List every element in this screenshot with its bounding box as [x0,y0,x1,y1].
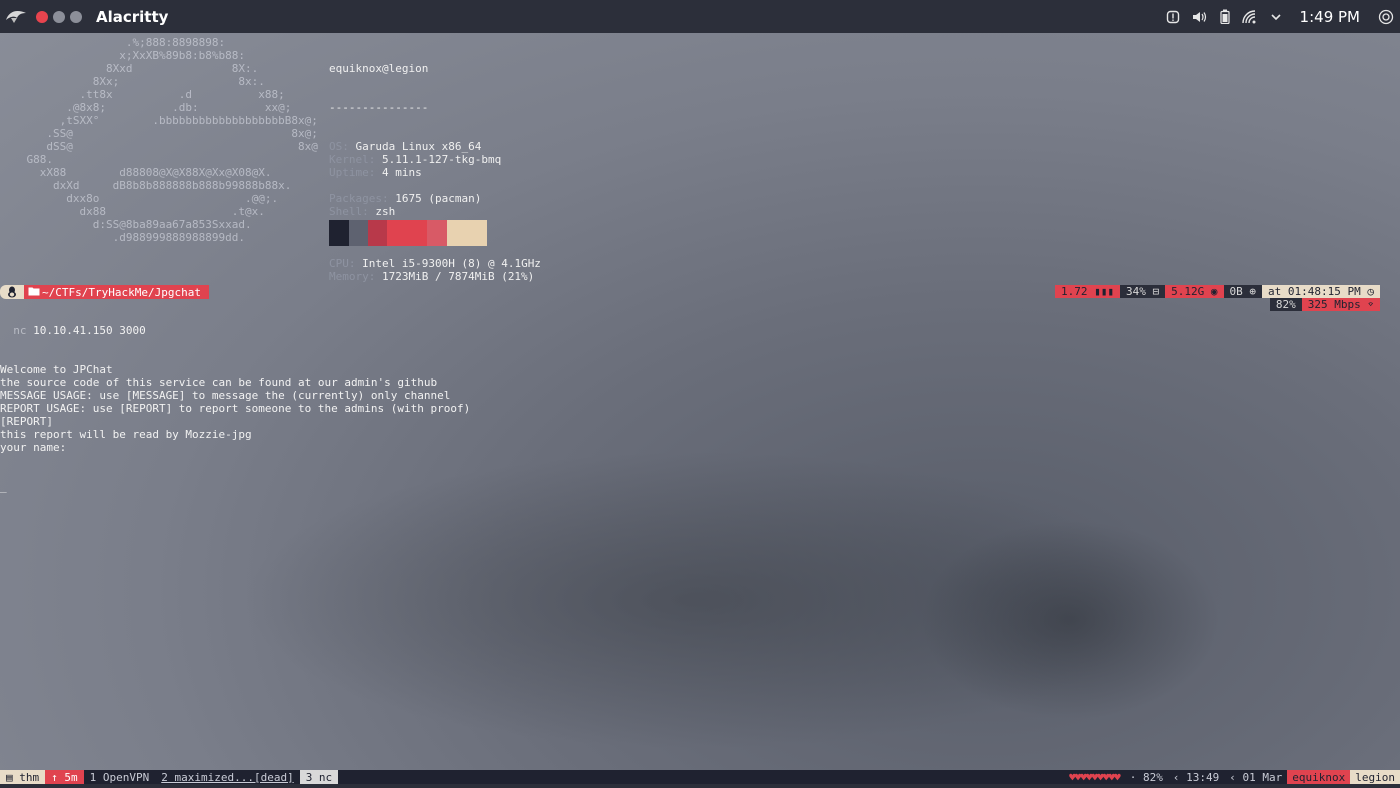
logo-line: dxXd dB8b8b888888b888b99888b88x. [0,179,292,192]
logo-line: .d988999888988899dd. [0,231,246,244]
swap-icon: ⊕ [1249,285,1257,298]
arrow-up-icon: ↑ [51,770,58,784]
battery-hearts: ♥♥♥♥♥♥♥♥♥ [1069,770,1121,784]
garuda-logo-icon[interactable] [4,6,28,28]
volume-icon[interactable] [1192,10,1208,24]
tmux-window-3[interactable]: 3 nc [299,770,339,784]
tmux-host: legion [1350,770,1400,784]
notification-icon[interactable] [1166,10,1180,24]
bottom-strip [0,784,1400,788]
prompt-time: at 01:48:15 PM ◷ [1262,285,1380,298]
tmux-user: equiknox [1287,770,1351,784]
command-line: nc 10.10.41.150 3000 [0,324,146,337]
palette-swatch [349,220,368,246]
logo-line: .tt8x .d x88; [0,88,285,101]
output-line: REPORT USAGE: use [REPORT] to report som… [0,402,471,415]
output-line: the source code of this service can be f… [0,376,438,389]
color-palette [329,220,487,246]
tmux-status-bar: ▤ thm ↑ 5m 1 OpenVPN 2 maximized...[dead… [0,770,1400,784]
window-controls [36,10,82,23]
system-tray: 1:49 PM [1166,0,1400,33]
palette-swatch [368,220,387,246]
palette-swatch [427,220,447,246]
logo-line: dx88 .t@x. [0,205,265,218]
logo-line: 8Xx; 8x:. [0,75,265,88]
tmux-date: ‹ 01 Mar [1229,770,1283,784]
logo-line: .@8x8; .db: xx@; [0,101,292,114]
minimize-icon[interactable] [53,10,65,23]
prompt-right-status: 1.72 ▮▮▮ 34% ⊟ 5.12G ◉ 0B ⊕ at 01:48:15 … [1055,285,1380,298]
bar-chart-icon: ▮▮▮ [1094,285,1115,298]
info-row: Shell: zsh [329,205,396,218]
tmux-right: ♥♥♥♥♥♥♥♥♥ · 82% ‹ 13:49 ‹ 01 Mar equikno… [1064,770,1400,784]
tmux-battery: · 82% [1129,770,1163,784]
app-title: Alacritty [96,7,169,26]
wifi-icon[interactable] [1241,9,1258,24]
battery-status: 82% [1269,298,1302,311]
info-row: OS: Garuda Linux x86_64 [329,140,482,153]
logo-line: .SS@ 8x@; [0,127,318,140]
logo-line: G88. [0,153,305,166]
terminal-icon: ▤ [6,770,13,784]
info-row: CPU: Intel i5-9300H (8) @ 4.1GHz [329,257,541,270]
output-line: your name: [0,441,67,454]
folder-icon [28,286,40,299]
info-row: Packages: 1675 (pacman) [329,192,482,205]
tmux-session-name[interactable]: ▤ thm [0,770,46,784]
info-row: Uptime: 4 mins [329,166,422,179]
wifi-icon: ⌔ [1367,298,1374,311]
logo-line: 8Xxd 8X:. [0,62,259,75]
logo-line: .%;888:8898898: [0,36,226,49]
clock[interactable]: 1:49 PM [1300,8,1360,26]
memory-usage: 5.12G ◉ [1165,285,1224,298]
palette-swatch [387,220,427,246]
info-row: Memory: 1723MiB / 7874MiB (21%) [329,270,535,283]
tmux-time: ‹ 13:49 [1172,770,1220,784]
palette-swatch [329,220,349,246]
power-icon[interactable] [1378,9,1394,25]
load-average: 1.72 ▮▮▮ [1055,285,1121,298]
background-blur-dark [920,520,1220,720]
palette-swatch [447,220,487,246]
disk-usage: 0B ⊕ [1223,285,1263,298]
user-host: equiknox@legion [329,62,429,75]
cursor: _ [0,480,7,493]
prompt-right-status-2: 82% 325 Mbps ⌔ [1269,298,1380,311]
clock-icon: ◷ [1367,285,1374,298]
tmux-window-2[interactable]: 2 maximized...[dead] [155,770,299,784]
prompt-path: ~/CTFs/TryHackMe/Jpgchat [24,285,209,299]
logo-line: x;XxXB%89b8:b8%b88: [0,49,246,62]
logo-line: ,tSXX° .bbbbbbbbbbbbbbbbbbbB8x@; [0,114,318,127]
neofetch-info: equiknox@legion --------------- OS: Garu… [329,36,541,296]
top-panel: Alacritty 1:49 PM [0,0,1400,33]
output-line: MESSAGE USAGE: use [MESSAGE] to message … [0,389,451,402]
network-speed: 325 Mbps ⌔ [1301,298,1380,311]
logo-line: d:SS@8ba89aa67a853Sxxad. [0,218,252,231]
maximize-icon[interactable] [70,10,82,23]
info-row: Kernel: 5.11.1-127-tkg-bmq [329,153,502,166]
tmux-uptime: ↑ 5m [45,770,84,784]
info-row [329,179,541,192]
tmux-window-1[interactable]: 1 OpenVPN [84,770,156,784]
neofetch-logo: .%;888:8898898: x;XxXB%89b8:b8%b88: 8Xxd… [0,36,318,244]
output-line: this report will be read by Mozzie-jpg [0,428,252,441]
ram-icon: ◉ [1210,285,1218,298]
separator-line: --------------- [329,101,429,114]
logo-line: xX88 d88808@X@X88X@Xx@X08@X. [0,166,272,179]
logo-line: dSS@ 8x@ [0,140,318,153]
linux-icon [0,285,24,299]
prompt-left: ~/CTFs/TryHackMe/Jpgchat [0,285,209,299]
close-icon[interactable] [36,10,48,23]
logo-line: dxx8o .@@;. [0,192,279,205]
output-line: Welcome to JPChat [0,363,113,376]
battery-icon[interactable] [1219,9,1230,24]
output-line: [REPORT] [0,415,53,428]
cpu-icon: ⊟ [1152,285,1160,298]
terminal-output[interactable]: nc 10.10.41.150 3000 Welcome to JPChat th… [0,298,470,506]
chevron-down-icon[interactable] [1270,12,1282,22]
cpu-usage: 34% ⊟ [1120,285,1166,298]
